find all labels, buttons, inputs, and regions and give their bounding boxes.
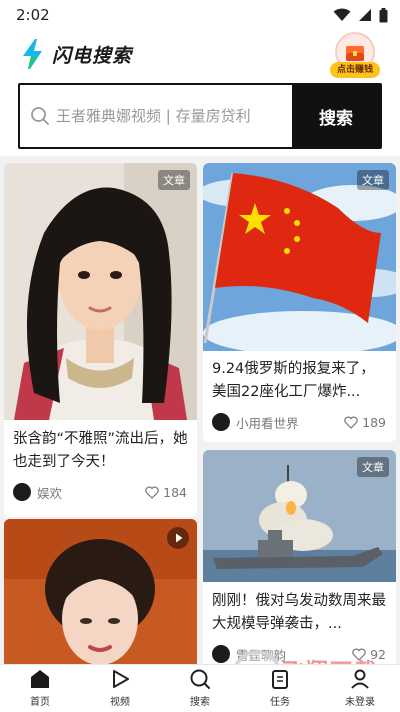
like-button[interactable]: 92 — [352, 647, 386, 662]
card-title: 张含韵“不雅照”流出后，她也走到了今天！ — [13, 431, 188, 470]
search-input[interactable] — [56, 85, 292, 147]
play-icon — [176, 533, 183, 543]
author-avatar — [212, 645, 230, 663]
search-icon — [190, 669, 210, 689]
heart-icon — [352, 648, 366, 661]
author-avatar — [13, 483, 31, 501]
status-bar: 2:02 — [0, 0, 400, 30]
search-box: 搜索 — [18, 83, 382, 149]
author-avatar — [212, 413, 230, 431]
article-tag: 文章 — [357, 457, 389, 477]
tab-search[interactable]: 搜索 — [160, 665, 240, 712]
tab-label: 首页 — [30, 697, 50, 708]
battery-icon — [379, 7, 388, 22]
task-icon — [272, 670, 288, 689]
card-title: 刚刚！俄对乌发动数周来最大规模导弹袭击，... — [212, 593, 386, 632]
app-header: 闪电搜索 点击赚钱 — [0, 30, 400, 80]
status-time: 2:02 — [16, 6, 50, 24]
heart-icon — [145, 486, 159, 499]
search-button[interactable]: 搜索 — [292, 85, 380, 147]
app-name: 闪电搜索 — [52, 44, 133, 67]
author-name: 小用看世界 — [236, 415, 299, 431]
like-button[interactable]: 184 — [145, 485, 187, 500]
tab-tasks[interactable]: 任务 — [240, 665, 320, 712]
like-count: 184 — [163, 484, 187, 500]
heart-icon — [344, 416, 358, 429]
like-count: 92 — [370, 646, 386, 662]
like-count: 189 — [362, 414, 386, 430]
bottom-tab-bar: 首页 视频 搜索 任务 未登录 — [0, 664, 400, 712]
feed-card[interactable]: 文章 张含韵“不雅照”流出后，她也走到了今天！ 娱欢 184 — [4, 163, 197, 517]
tab-label: 搜索 — [190, 697, 210, 708]
tab-profile[interactable]: 未登录 — [320, 665, 400, 712]
tab-video[interactable]: 视频 — [80, 665, 160, 712]
article-tag: 文章 — [158, 170, 190, 190]
wifi-icon — [333, 8, 351, 21]
feed-card[interactable]: 文章 刚刚！俄对乌发动数周来最大规模导弹袭击，... 雷霆聊韵 92 — [203, 450, 396, 680]
user-icon — [351, 669, 369, 689]
status-icons — [333, 7, 388, 23]
author-name: 雷霆聊韵 — [236, 647, 287, 663]
card-thumbnail — [203, 163, 396, 351]
video-play-badge — [167, 527, 189, 549]
tab-label: 视频 — [110, 697, 130, 708]
card-meta: 娱欢 184 — [13, 482, 187, 502]
tab-label: 未登录 — [345, 697, 375, 708]
article-tag: 文章 — [357, 170, 389, 190]
author-name: 娱欢 — [37, 485, 63, 501]
lightning-logo-icon — [23, 39, 42, 69]
search-icon — [31, 107, 49, 125]
play-icon — [113, 670, 129, 688]
feed-card[interactable]: 文章 9.24俄罗斯的报复来了，美国22座化工厂爆炸... 小用看世界 189 — [203, 163, 396, 442]
tab-label: 任务 — [270, 697, 290, 708]
tab-home[interactable]: 首页 — [0, 665, 80, 712]
card-meta: 雷霆聊韵 92 — [212, 644, 386, 664]
like-button[interactable]: 189 — [344, 415, 386, 430]
app-logo[interactable]: 闪电搜索 — [20, 38, 132, 70]
feed-card[interactable] — [4, 519, 197, 679]
card-thumbnail — [4, 163, 197, 420]
card-meta: 小用看世界 189 — [212, 412, 386, 432]
search-bar: 搜索 — [0, 80, 400, 156]
earn-money-button[interactable]: 点击赚钱 — [330, 32, 380, 78]
card-title: 9.24俄罗斯的报复来了，美国22座化工厂爆炸... — [212, 361, 375, 400]
signal-icon — [359, 9, 371, 21]
home-icon — [31, 670, 49, 688]
reward-label: 点击赚钱 — [330, 62, 380, 78]
